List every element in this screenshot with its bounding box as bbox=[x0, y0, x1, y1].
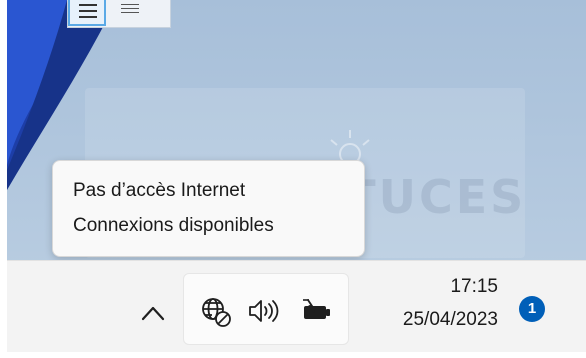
layout-compact-button[interactable] bbox=[112, 0, 150, 26]
clock-date: 25/04/2023 bbox=[402, 309, 498, 330]
list-lines-icon bbox=[79, 4, 97, 22]
battery-charging-icon[interactable] bbox=[300, 296, 334, 326]
taskbar-clock[interactable]: 17:15 25/04/2023 bbox=[403, 276, 498, 331]
clock-time: 17:15 bbox=[450, 276, 498, 297]
compact-lines-icon bbox=[121, 4, 139, 16]
system-tray-quick-settings[interactable] bbox=[183, 273, 349, 345]
tooltip-connections-text: Connexions disponibles bbox=[73, 215, 274, 236]
network-status-tooltip: Pas d’accès Internet Connexions disponib… bbox=[52, 160, 365, 257]
speaker-icon[interactable] bbox=[247, 296, 281, 326]
chevron-up-icon[interactable] bbox=[141, 303, 165, 323]
taskbar: 17:15 25/04/2023 1 bbox=[7, 260, 586, 352]
tooltip-status-text: Pas d’accès Internet bbox=[73, 180, 246, 201]
layout-list-button[interactable] bbox=[68, 0, 106, 26]
snap-layout-toolbar bbox=[67, 0, 171, 28]
globe-no-internet-icon[interactable] bbox=[200, 296, 232, 328]
notification-badge[interactable]: 1 bbox=[519, 296, 545, 322]
